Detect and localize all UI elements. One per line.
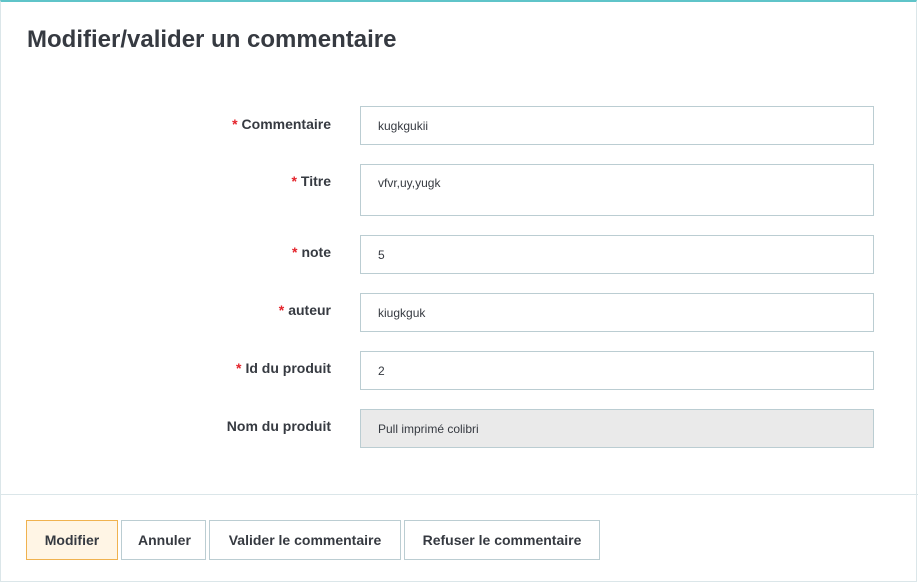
required-star: * (291, 173, 297, 189)
note-label: * note (292, 242, 331, 262)
nom-produit-label: Nom du produit (227, 416, 331, 436)
valider-commentaire-button[interactable]: Valider le commentaire (209, 520, 401, 560)
required-star: * (236, 360, 242, 376)
commentaire-label: * Commentaire (232, 114, 331, 134)
commentaire-input[interactable] (360, 106, 874, 145)
edit-comment-panel: Modifier/valider un commentaire * Comment… (0, 0, 918, 582)
note-label-text: note (301, 244, 331, 260)
nom-produit-label-text: Nom du produit (226, 418, 331, 434)
titre-label: * Titre (291, 171, 331, 191)
page-title: Modifier/valider un commentaire (27, 26, 397, 53)
modifier-button[interactable]: Modifier (26, 520, 118, 560)
required-star: * (291, 244, 298, 260)
id-produit-label-text: Id du produit (245, 360, 331, 376)
nom-produit-input (360, 409, 874, 448)
footer-divider (1, 494, 918, 495)
titre-label-text: Titre (300, 173, 331, 189)
id-produit-input[interactable] (360, 351, 874, 390)
commentaire-label-text: Commentaire (241, 116, 331, 132)
titre-textarea[interactable]: vfvr,uy,yugk (360, 164, 874, 216)
required-star: * (232, 116, 238, 132)
auteur-input[interactable] (360, 293, 874, 332)
refuser-commentaire-button[interactable]: Refuser le commentaire (404, 520, 600, 560)
note-input[interactable] (360, 235, 874, 274)
required-star: * (278, 302, 285, 318)
auteur-label-text: auteur (288, 302, 331, 318)
id-produit-label: * Id du produit (236, 358, 331, 378)
annuler-button[interactable]: Annuler (121, 520, 206, 560)
auteur-label: * auteur (279, 300, 331, 320)
